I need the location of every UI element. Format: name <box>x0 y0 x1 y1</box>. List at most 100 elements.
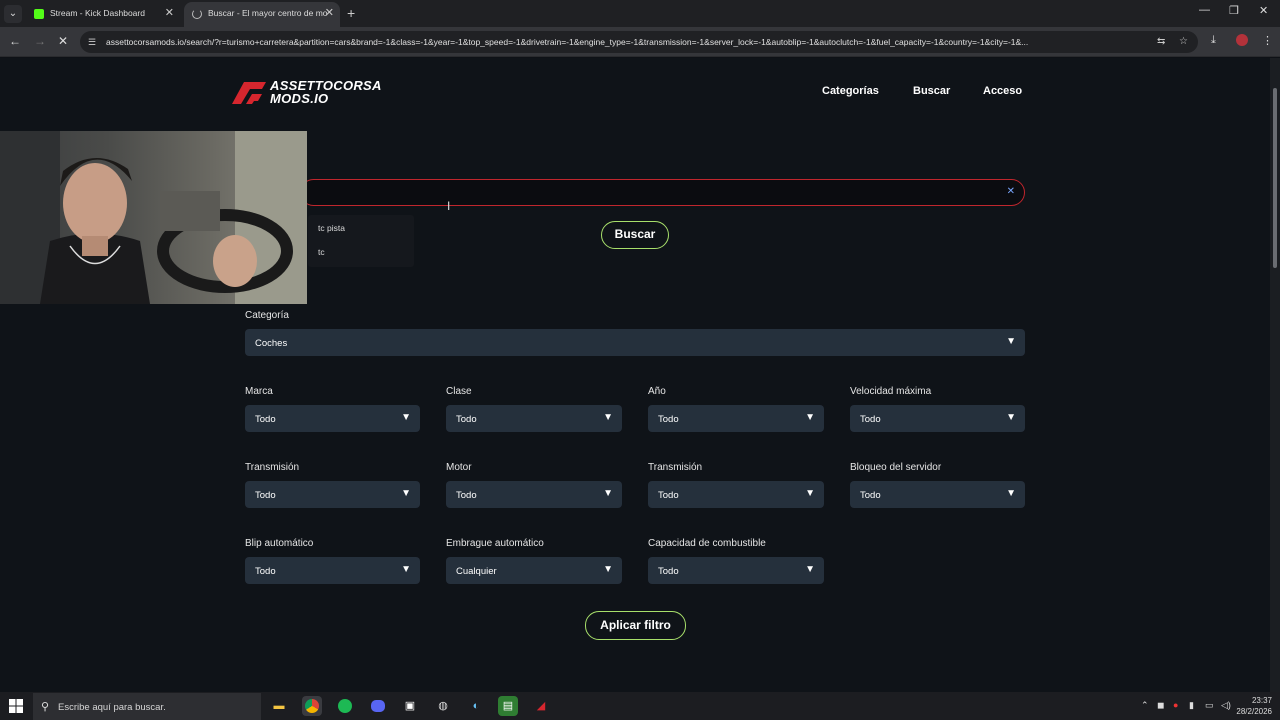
filter-select-transmision[interactable]: Todo ▼ <box>245 481 420 508</box>
filter-value: Todo <box>658 414 679 425</box>
tray-discord-icon[interactable]: ◼ <box>1157 700 1164 711</box>
forward-icon[interactable]: → <box>34 34 46 48</box>
dropdown-arrow-icon: ▼ <box>603 564 613 575</box>
steam-icon[interactable]: ◐ <box>466 696 486 716</box>
new-tab-icon[interactable]: + <box>347 5 355 21</box>
stop-loading-icon[interactable]: ✕ <box>58 34 68 48</box>
bookmark-star-icon[interactable]: ☆ <box>1179 36 1188 47</box>
search-input[interactable]: ✕ <box>300 179 1025 206</box>
apply-filter-button[interactable]: Aplicar filtro <box>585 611 686 640</box>
filter-select-motor[interactable]: Todo ▼ <box>446 481 622 508</box>
filter-label-motor: Motor <box>446 462 472 473</box>
tray-chevron-icon[interactable]: ⌃ <box>1141 700 1149 711</box>
tab-title: Buscar - El mayor centro de mo <box>208 8 328 18</box>
filter-select-embrague[interactable]: Cualquier ▼ <box>446 557 622 584</box>
filter-select-transmision-2[interactable]: Todo ▼ <box>648 481 824 508</box>
site-info-icon[interactable]: ☰ <box>88 37 96 48</box>
assetto-corsa-icon[interactable]: ◢ <box>531 696 551 716</box>
filter-label-velocidad: Velocidad máxima <box>850 386 932 397</box>
taskbar-search-placeholder: Escribe aquí para buscar. <box>58 702 166 713</box>
filter-select-combustible[interactable]: Todo ▼ <box>648 557 824 584</box>
clear-search-icon[interactable]: ✕ <box>1007 186 1015 197</box>
close-tab-icon[interactable]: ✕ <box>165 2 174 25</box>
profile-avatar[interactable] <box>1236 34 1248 46</box>
windows-taskbar: ⚲ Escribe aquí para buscar. ▬ ▣ ◍ ◐ ▤ ◢ … <box>0 692 1280 720</box>
filter-label-ano: Año <box>648 386 666 397</box>
chrome-icon[interactable] <box>302 696 322 716</box>
back-icon[interactable]: ← <box>9 34 21 48</box>
category-value: Coches <box>255 338 288 349</box>
menu-dots-icon[interactable]: ⋮ <box>1262 34 1273 47</box>
filter-select-velocidad[interactable]: Todo ▼ <box>850 405 1025 432</box>
dropdown-arrow-icon: ▼ <box>1006 412 1016 423</box>
scrollbar-thumb[interactable] <box>1273 88 1277 268</box>
filter-value: Todo <box>860 490 881 501</box>
url-text: assettocorsamods.io/search/?r=turismo+ca… <box>106 37 1029 47</box>
dropdown-arrow-icon: ▼ <box>1006 488 1016 499</box>
store-icon[interactable]: ▣ <box>400 696 420 716</box>
dropdown-arrow-icon: ▼ <box>1006 336 1016 347</box>
winrar-icon[interactable]: ▤ <box>498 696 518 716</box>
tab-kick-dashboard[interactable]: Stream - Kick Dashboard ✕ <box>26 2 180 27</box>
browser-toolbar: ← → ✕ ☰ assettocorsamods.io/search/?r=tu… <box>0 27 1280 57</box>
filter-label-combustible: Capacidad de combustible <box>648 538 766 549</box>
tray-recording-icon[interactable]: ● <box>1173 700 1178 710</box>
text-cursor-icon: I <box>447 199 451 213</box>
windows-start-icon[interactable] <box>9 699 23 713</box>
page-scrollbar[interactable] <box>1270 58 1280 692</box>
nav-categorias[interactable]: Categorías <box>822 85 879 97</box>
translate-icon[interactable]: ⇆ <box>1157 36 1165 47</box>
site-logo[interactable]: ASSETTOCORSA MODS.IO <box>232 78 402 110</box>
restore-icon[interactable]: ❐ <box>1229 4 1239 17</box>
search-button[interactable]: Buscar <box>601 221 669 249</box>
dropdown-arrow-icon: ▼ <box>805 488 815 499</box>
suggestion-item[interactable]: tc pista <box>318 223 345 233</box>
webcam-image <box>0 131 307 304</box>
page-content: ASSETTOCORSA MODS.IO Categorías Buscar A… <box>0 58 1270 692</box>
nav-buscar[interactable]: Buscar <box>913 85 950 97</box>
filter-label-marca: Marca <box>245 386 273 397</box>
obs-icon[interactable]: ◍ <box>433 696 453 716</box>
search-icon: ⚲ <box>41 701 50 713</box>
filter-select-marca[interactable]: Todo ▼ <box>245 405 420 432</box>
filter-select-ano[interactable]: Todo ▼ <box>648 405 824 432</box>
dropdown-arrow-icon: ▼ <box>805 412 815 423</box>
close-window-icon[interactable]: ✕ <box>1259 4 1268 17</box>
filter-select-clase[interactable]: Todo ▼ <box>446 405 622 432</box>
address-bar[interactable]: ☰ assettocorsamods.io/search/?r=turismo+… <box>80 31 1198 53</box>
dropdown-arrow-icon: ▼ <box>401 412 411 423</box>
download-icon[interactable]: ⤓ <box>1211 34 1216 47</box>
webcam-overlay <box>0 131 307 304</box>
logo-mark-icon <box>232 82 266 104</box>
minimize-icon[interactable]: — <box>1199 4 1210 16</box>
spotify-icon[interactable] <box>335 696 355 716</box>
filter-label-clase: Clase <box>446 386 472 397</box>
dropdown-arrow-icon: ▼ <box>401 488 411 499</box>
discord-icon[interactable] <box>368 696 388 716</box>
dropdown-arrow-icon: ▼ <box>603 412 613 423</box>
category-select[interactable]: Coches ▼ <box>245 329 1025 356</box>
taskbar-search[interactable]: ⚲ Escribe aquí para buscar. <box>33 693 261 720</box>
nav-acceso[interactable]: Acceso <box>983 85 1022 97</box>
taskbar-clock[interactable]: 23:37 28/2/2026 <box>1236 695 1272 717</box>
filter-select-blip[interactable]: Todo ▼ <box>245 557 420 584</box>
file-explorer-icon[interactable]: ▬ <box>269 696 289 716</box>
filter-label-bloqueo: Bloqueo del servidor <box>850 462 942 473</box>
filter-label-transmision: Transmisión <box>245 462 300 473</box>
loading-icon <box>192 8 202 19</box>
close-tab-icon[interactable]: ✕ <box>325 2 334 25</box>
filter-select-bloqueo[interactable]: Todo ▼ <box>850 481 1025 508</box>
tray-mic-icon[interactable]: ▮ <box>1189 700 1194 711</box>
filter-value: Todo <box>658 566 679 577</box>
tray-volume-icon[interactable]: ◁) <box>1221 700 1231 711</box>
filter-label-embrague: Embrague automático <box>446 538 544 549</box>
tab-buscar[interactable]: Buscar - El mayor centro de mo ✕ <box>184 2 340 27</box>
filter-value: Todo <box>860 414 881 425</box>
filter-label-blip: Blip automático <box>245 538 314 549</box>
dropdown-arrow-icon: ▼ <box>401 564 411 575</box>
tray-network-icon[interactable]: ▭ <box>1205 700 1214 711</box>
filter-label-transmision-2: Transmisión <box>648 462 703 473</box>
suggestion-item[interactable]: tc <box>318 247 325 257</box>
tab-title: Stream - Kick Dashboard <box>50 8 145 18</box>
tab-search-menu-icon[interactable]: ⌄ <box>4 5 22 23</box>
